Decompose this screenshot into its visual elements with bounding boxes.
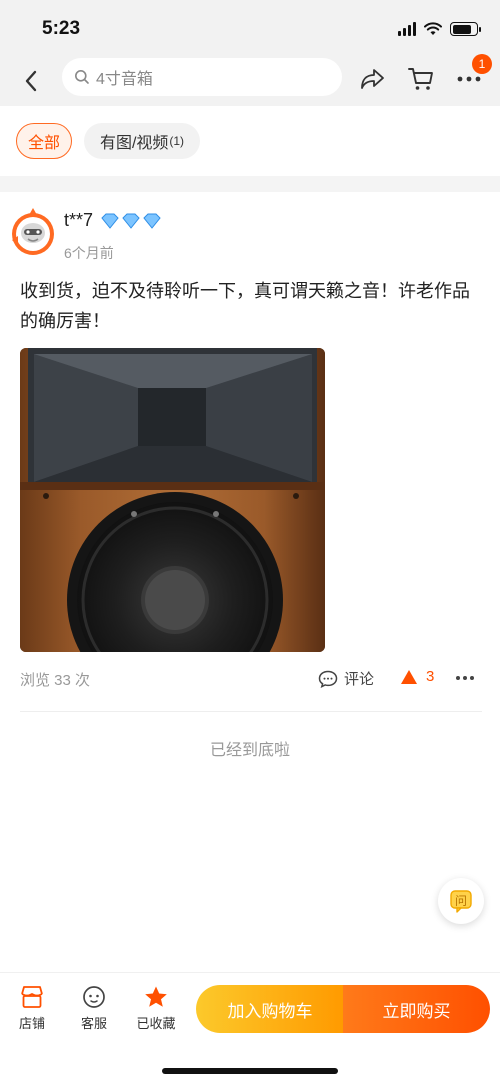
chevron-left-icon bbox=[25, 70, 37, 92]
vip-diamond-icon bbox=[99, 212, 165, 230]
shop-icon bbox=[21, 986, 43, 1008]
avatar[interactable] bbox=[10, 206, 56, 258]
more-menu-button[interactable]: 1 bbox=[452, 54, 492, 96]
cart-button[interactable] bbox=[404, 62, 438, 96]
review-time: 6个月前 bbox=[64, 245, 114, 261]
comment-button[interactable]: 评论 bbox=[318, 668, 374, 689]
search-input[interactable]: 4寸音箱 bbox=[62, 58, 342, 96]
star-filled-icon bbox=[145, 986, 167, 1007]
review-stats-row: 浏览 33 次 评论 3 bbox=[20, 668, 480, 690]
status-bar: 5:23 bbox=[0, 0, 500, 56]
home-indicator[interactable] bbox=[162, 1068, 338, 1074]
status-icons bbox=[398, 22, 481, 36]
wifi-icon bbox=[424, 22, 442, 35]
filter-with-media-label: 有图/视频 bbox=[99, 135, 169, 152]
share-button[interactable] bbox=[356, 62, 390, 96]
view-count: 浏览 33 次 bbox=[20, 672, 91, 689]
shop-button[interactable]: 店铺 bbox=[7, 985, 57, 1035]
ask-question-button[interactable]: 问 bbox=[438, 878, 484, 924]
section-divider bbox=[0, 176, 500, 192]
status-time: 5:23 bbox=[42, 18, 81, 39]
comment-icon bbox=[318, 670, 338, 688]
review-filter-row: 全部 有图/视频 (1) bbox=[0, 106, 500, 176]
filter-all-chip[interactable]: 全部 bbox=[16, 123, 72, 159]
nav-bar: 4寸音箱 1 bbox=[0, 54, 500, 106]
share-icon bbox=[361, 69, 384, 89]
shopping-cart-icon bbox=[408, 68, 433, 90]
customer-service-icon bbox=[83, 986, 105, 1008]
customer-service-label: 客服 bbox=[80, 1016, 107, 1031]
filter-with-media-chip[interactable]: 有图/视频 (1) bbox=[84, 123, 200, 159]
more-dots-icon bbox=[457, 76, 481, 82]
feed-end-text: 已经到底啦 bbox=[209, 742, 290, 759]
back-button[interactable] bbox=[14, 64, 48, 98]
like-button[interactable]: 3 bbox=[400, 668, 434, 685]
comment-label: 评论 bbox=[344, 671, 375, 688]
reviewer-username: t**7 bbox=[64, 210, 94, 230]
notification-badge: 1 bbox=[472, 54, 492, 74]
add-to-cart-button[interactable]: 加入购物车 bbox=[196, 985, 344, 1033]
shop-label: 店铺 bbox=[18, 1016, 45, 1031]
ask-question-label: 问 bbox=[454, 893, 467, 908]
customer-service-button[interactable]: 客服 bbox=[69, 985, 119, 1035]
feed-divider bbox=[20, 711, 482, 712]
upvote-triangle-icon bbox=[401, 669, 417, 684]
cellular-signal-icon bbox=[398, 22, 416, 36]
filter-with-media-count: (1) bbox=[169, 134, 185, 148]
bottom-action-bar: 店铺 客服 已收藏 加入购物车 立即购买 bbox=[0, 972, 500, 1082]
favorite-button[interactable]: 已收藏 bbox=[131, 985, 181, 1035]
review-photo[interactable] bbox=[20, 348, 325, 652]
battery-icon bbox=[450, 22, 481, 36]
search-placeholder: 4寸音箱 bbox=[96, 71, 153, 88]
buy-now-button[interactable]: 立即购买 bbox=[343, 985, 490, 1033]
review-more-button[interactable] bbox=[456, 676, 474, 680]
search-icon bbox=[75, 70, 89, 84]
favorite-label: 已收藏 bbox=[136, 1016, 176, 1031]
like-count: 3 bbox=[426, 668, 435, 685]
review-text: 收到货，迫不及待聆听一下，真可谓天籁之音！许老作品的确厉害！ bbox=[20, 281, 470, 331]
reviewer-name-row: t**7 bbox=[64, 210, 165, 231]
